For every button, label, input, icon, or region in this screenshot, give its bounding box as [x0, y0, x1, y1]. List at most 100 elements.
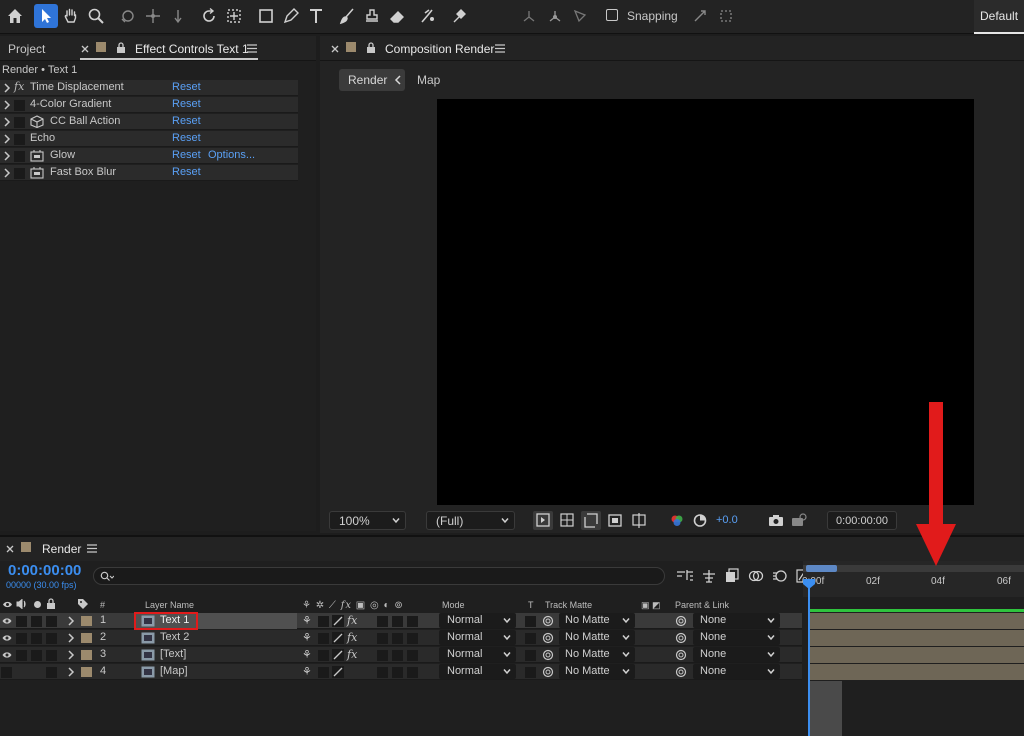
- panel-menu-icon[interactable]: [87, 544, 97, 553]
- reset-link[interactable]: Reset: [172, 166, 201, 178]
- adjustment-switch[interactable]: [407, 667, 418, 678]
- video-visibility-icon[interactable]: [2, 600, 13, 609]
- blend-mode-dropdown[interactable]: Normal: [439, 647, 516, 662]
- tab-project[interactable]: Project: [8, 42, 45, 56]
- transparency-grid-icon[interactable]: [557, 511, 577, 530]
- eye-icon[interactable]: [2, 616, 12, 626]
- chevron-right-icon[interactable]: [2, 150, 12, 162]
- lock-toggle[interactable]: [46, 633, 57, 644]
- close-icon[interactable]: [81, 45, 89, 53]
- breadcrumb-render-button[interactable]: Render: [339, 69, 405, 91]
- brush-tool-icon[interactable]: [335, 4, 359, 28]
- rectangle-tool-icon[interactable]: [254, 4, 278, 28]
- column-layer-name-header[interactable]: Layer Name: [145, 600, 194, 610]
- lock-column-icon[interactable]: [46, 598, 56, 609]
- current-time-indicator-line[interactable]: [808, 588, 810, 736]
- tab-effect-controls[interactable]: Effect Controls Text 1: [135, 42, 249, 56]
- grid-guides-icon[interactable]: [629, 511, 649, 530]
- lock-toggle[interactable]: [46, 667, 57, 678]
- roto-brush-tool-icon[interactable]: [416, 4, 440, 28]
- parent-dropdown[interactable]: None: [693, 613, 780, 628]
- rotation-tool-icon[interactable]: [197, 4, 221, 28]
- lock-toggle[interactable]: [46, 650, 57, 661]
- effects-switch-icon[interactable]: fx: [347, 631, 357, 644]
- preserve-transparency-toggle[interactable]: [525, 633, 536, 644]
- effect-row-cc-ball-action[interactable]: CC Ball Action Reset: [0, 114, 298, 130]
- current-time-timecode[interactable]: 0:00:00:00: [8, 562, 81, 579]
- layer-duration-bar[interactable]: [810, 613, 1024, 629]
- world-axis-icon[interactable]: [543, 4, 567, 28]
- frame-blend-switch[interactable]: [377, 616, 388, 627]
- chevron-right-icon[interactable]: [66, 632, 76, 644]
- reset-exposure-icon[interactable]: [690, 511, 710, 530]
- video-toggle[interactable]: [1, 667, 12, 678]
- pickwhip-icon[interactable]: [542, 649, 554, 661]
- region-of-interest-icon[interactable]: [581, 511, 601, 530]
- resolution-dropdown[interactable]: (Full): [426, 511, 515, 530]
- selection-tool-icon[interactable]: [34, 4, 58, 28]
- collapse-switch[interactable]: [318, 616, 329, 627]
- label-tag-icon[interactable]: [77, 598, 89, 610]
- tab-composition-render[interactable]: Composition Render: [385, 42, 494, 56]
- chevron-right-icon[interactable]: [2, 133, 12, 145]
- show-snapshot-icon[interactable]: [789, 511, 809, 530]
- fx-toggle-box[interactable]: [14, 117, 25, 128]
- solo-toggle[interactable]: [31, 650, 42, 661]
- track-matte-dropdown[interactable]: No Matte: [559, 664, 635, 679]
- layer-search-input[interactable]: [93, 567, 665, 585]
- solo-toggle[interactable]: [31, 633, 42, 644]
- pan-camera-icon[interactable]: [141, 4, 165, 28]
- reset-link[interactable]: Reset: [172, 98, 201, 110]
- shy-switch-icon[interactable]: ⚘: [302, 648, 312, 661]
- chevron-right-icon[interactable]: [2, 116, 12, 128]
- eye-icon[interactable]: [2, 650, 12, 660]
- track-matte-dropdown[interactable]: No Matte: [559, 613, 635, 628]
- adjustment-switch[interactable]: [407, 633, 418, 644]
- fx-toggle-box[interactable]: [14, 100, 25, 111]
- layer-name[interactable]: Text 2: [160, 631, 189, 643]
- reset-link[interactable]: Reset: [172, 115, 201, 127]
- snapping-checkbox[interactable]: [606, 9, 618, 21]
- effect-row-time-displacement[interactable]: fx Time Displacement Reset: [0, 80, 298, 96]
- frame-blend-switch[interactable]: [377, 650, 388, 661]
- blend-mode-dropdown[interactable]: Normal: [439, 664, 516, 679]
- parent-pickwhip-icon[interactable]: [675, 615, 687, 627]
- collapse-switch[interactable]: [318, 633, 329, 644]
- quality-switch-icon[interactable]: [332, 666, 344, 678]
- snapshot-camera-icon[interactable]: [766, 511, 786, 530]
- frame-blend-switch[interactable]: [377, 667, 388, 678]
- type-tool-icon[interactable]: [304, 4, 328, 28]
- audio-toggle[interactable]: [16, 650, 27, 661]
- preserve-transparency-toggle[interactable]: [525, 650, 536, 661]
- pen-tool-icon[interactable]: [279, 4, 303, 28]
- collapse-switch[interactable]: [318, 650, 329, 661]
- layer-row[interactable]: 3 [Text] ⚘ fx Normal No Matte None: [0, 647, 802, 663]
- draft-3d-icon[interactable]: [701, 568, 717, 584]
- reset-link[interactable]: Reset: [172, 132, 201, 144]
- parent-pickwhip-icon[interactable]: [675, 666, 687, 678]
- close-icon[interactable]: [6, 545, 14, 553]
- exposure-value[interactable]: +0.0: [716, 514, 738, 526]
- track-matte-dropdown[interactable]: No Matte: [559, 647, 635, 662]
- reset-link[interactable]: Reset: [172, 81, 201, 93]
- parent-pickwhip-icon[interactable]: [675, 632, 687, 644]
- preserve-transparency-toggle[interactable]: [525, 616, 536, 627]
- composition-viewer[interactable]: [437, 99, 974, 505]
- layer-name[interactable]: [Map]: [160, 665, 188, 677]
- quality-switch-icon[interactable]: [332, 615, 344, 627]
- pickwhip-icon[interactable]: [542, 666, 554, 678]
- fx-toggle-box[interactable]: [14, 151, 25, 162]
- effect-row-fast-box-blur[interactable]: Fast Box Blur Reset: [0, 165, 298, 181]
- shy-switch-icon[interactable]: ⚘: [302, 631, 312, 644]
- home-icon[interactable]: [3, 4, 27, 28]
- current-time-indicator-head[interactable]: [802, 578, 816, 590]
- parent-dropdown[interactable]: None: [693, 647, 780, 662]
- close-icon[interactable]: [331, 45, 339, 53]
- parent-dropdown[interactable]: None: [693, 664, 780, 679]
- layer-duration-bar[interactable]: [810, 664, 1024, 680]
- quality-switch-icon[interactable]: [332, 649, 344, 661]
- mask-path-visibility-icon[interactable]: [605, 511, 625, 530]
- layer-duration-bar[interactable]: [810, 647, 1024, 663]
- view-axis-icon[interactable]: [568, 4, 592, 28]
- layer-duration-bar[interactable]: [810, 630, 1024, 646]
